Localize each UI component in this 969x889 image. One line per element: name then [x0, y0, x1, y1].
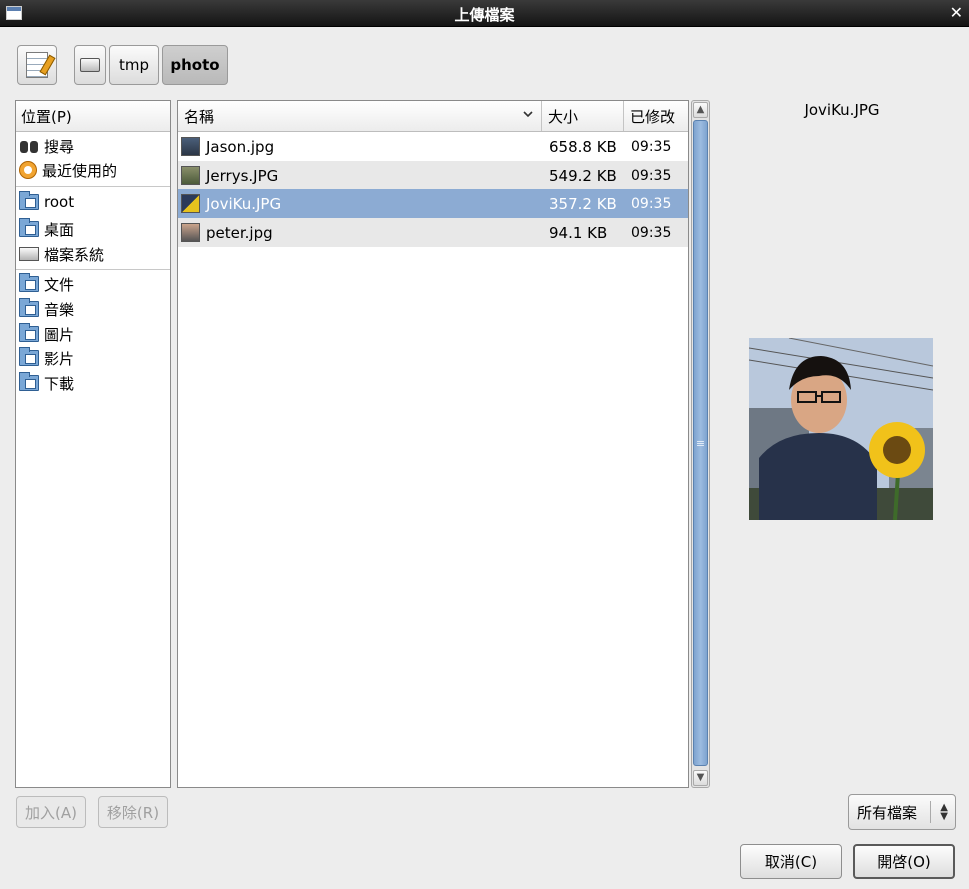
image-file-icon [181, 223, 200, 242]
file-name: Jason.jpg [206, 137, 275, 156]
places-sidebar: 位置(P) 搜尋 最近使用的 root 桌面 檔案系統 文件 音樂 圖片 影片 … [15, 100, 171, 788]
file-name-cell: peter.jpg [181, 218, 541, 247]
file-name-cell: Jason.jpg [181, 132, 541, 161]
image-file-icon [181, 194, 200, 213]
file-row-selected[interactable]: JoviKu.JPG 357.2 KB 09:35 [178, 189, 688, 218]
place-downloads[interactable]: 下載 [18, 371, 168, 395]
file-row[interactable]: Jason.jpg 658.8 KB 09:35 [178, 132, 688, 161]
filter-selected-label: 所有檔案 [857, 803, 918, 822]
close-icon[interactable]: ✕ [950, 3, 963, 22]
sort-descending-icon [523, 111, 533, 118]
drive-icon [19, 247, 39, 261]
scroll-up-arrow-icon[interactable]: ▲ [693, 102, 708, 118]
music-folder-icon [19, 298, 39, 317]
file-name: peter.jpg [206, 223, 273, 242]
file-row[interactable]: Jerrys.JPG 549.2 KB 09:35 [178, 161, 688, 190]
place-documents[interactable]: 文件 [18, 272, 168, 296]
places-separator [16, 269, 170, 270]
column-name-label: 名稱 [184, 107, 215, 126]
file-modified: 09:35 [631, 224, 672, 241]
place-label: 音樂 [44, 300, 75, 319]
column-name[interactable]: 名稱 [178, 101, 542, 131]
type-location-button[interactable] [17, 45, 57, 85]
file-size: 357.2 KB [549, 194, 617, 213]
add-bookmark-button[interactable]: 加入(A) [16, 796, 86, 828]
file-name: Jerrys.JPG [206, 166, 279, 185]
window-title: 上傳檔案 [454, 6, 515, 24]
videos-folder-icon [19, 347, 39, 366]
pictures-folder-icon [19, 323, 39, 342]
place-recent[interactable]: 最近使用的 [18, 158, 168, 182]
place-label: 檔案系統 [44, 245, 105, 264]
file-modified: 09:35 [631, 138, 672, 155]
place-label: root [44, 193, 75, 211]
path-root-button[interactable] [74, 45, 106, 85]
search-icon [19, 138, 39, 154]
open-button[interactable]: 開啓(O) [853, 844, 955, 879]
place-label: 影片 [44, 349, 75, 368]
place-label: 下載 [44, 374, 75, 393]
scroll-down-arrow-icon[interactable]: ▼ [693, 770, 708, 786]
place-label: 最近使用的 [42, 161, 118, 180]
home-folder-icon [19, 191, 39, 210]
combo-arrows-icon: ▲ ▼ [940, 802, 948, 822]
path-segment-tmp[interactable]: tmp [109, 45, 159, 85]
file-list-header: 名稱 大小 已修改 [178, 101, 688, 132]
file-row[interactable]: peter.jpg 94.1 KB 09:35 [178, 218, 688, 247]
file-size: 658.8 KB [549, 137, 617, 156]
image-file-icon [181, 166, 200, 185]
place-desktop[interactable]: 桌面 [18, 217, 168, 241]
image-file-icon [181, 137, 200, 156]
place-label: 文件 [44, 275, 75, 294]
drive-icon [80, 58, 100, 72]
file-list: 名稱 大小 已修改 Jason.jpg 658.8 KB 09:35 Jerry… [177, 100, 689, 788]
title-bar: 上傳檔案 ✕ [0, 0, 969, 27]
place-search[interactable]: 搜尋 [18, 134, 168, 158]
recent-icon [19, 161, 37, 179]
file-modified: 09:35 [631, 167, 672, 184]
cancel-button[interactable]: 取消(C) [740, 844, 842, 879]
downloads-folder-icon [19, 372, 39, 391]
file-modified: 09:35 [631, 195, 672, 212]
place-videos[interactable]: 影片 [18, 346, 168, 370]
file-filter-select[interactable]: 所有檔案 ▲ ▼ [848, 794, 956, 830]
combo-divider [930, 801, 931, 823]
place-music[interactable]: 音樂 [18, 297, 168, 321]
place-label: 搜尋 [44, 137, 75, 156]
places-separator [16, 186, 170, 187]
file-size: 94.1 KB [549, 223, 608, 242]
remove-bookmark-button[interactable]: 移除(R) [98, 796, 168, 828]
file-name-cell: Jerrys.JPG [181, 161, 541, 190]
edit-location-icon [26, 52, 48, 78]
place-pictures[interactable]: 圖片 [18, 322, 168, 346]
file-size: 549.2 KB [549, 166, 617, 185]
column-modified[interactable]: 已修改 [624, 101, 688, 131]
place-root[interactable]: root [18, 190, 168, 214]
preview-filename: JoviKu.JPG [804, 101, 880, 119]
place-filesystem[interactable]: 檔案系統 [18, 242, 168, 266]
portrait-photo [749, 338, 933, 520]
file-name-cell: JoviKu.JPG [181, 189, 541, 218]
place-label: 圖片 [44, 325, 75, 344]
column-size[interactable]: 大小 [542, 101, 624, 131]
preview-image [749, 338, 933, 520]
file-name: JoviKu.JPG [206, 194, 282, 213]
documents-folder-icon [19, 273, 39, 292]
file-list-scrollbar[interactable]: ▲ ≡ ▼ [691, 100, 710, 788]
scroll-thumb[interactable]: ≡ [693, 120, 708, 766]
place-label: 桌面 [44, 220, 75, 239]
path-segment-photo[interactable]: photo [162, 45, 228, 85]
places-header[interactable]: 位置(P) [16, 101, 170, 132]
desktop-folder-icon [19, 218, 39, 237]
